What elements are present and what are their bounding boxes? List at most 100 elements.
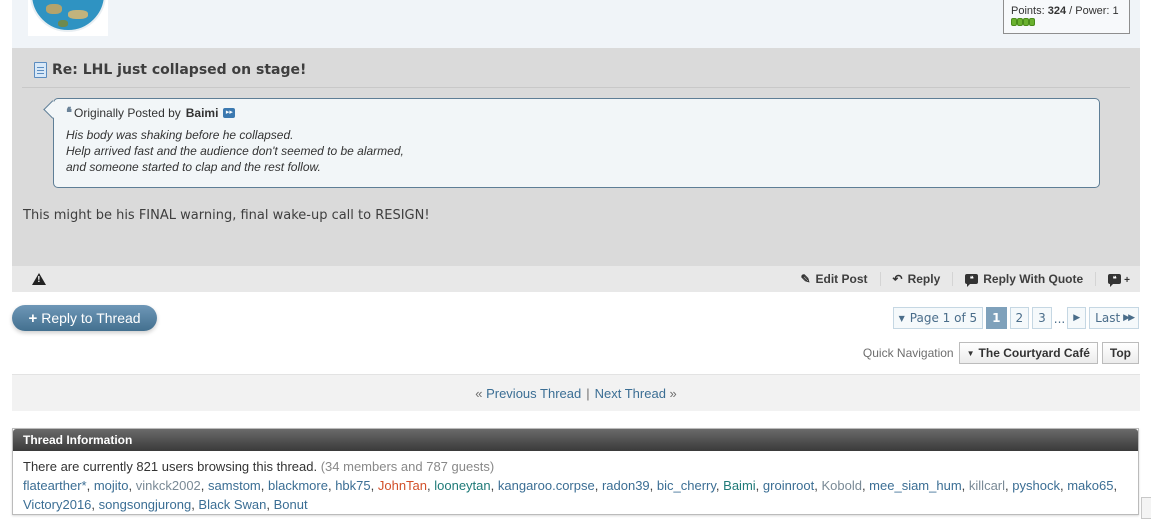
- caret-down-icon: ▼: [898, 313, 905, 323]
- quote-line: His body was shaking before he collapsed…: [66, 128, 294, 142]
- report-warning-icon[interactable]: [32, 273, 46, 285]
- reply-with-quote-button[interactable]: ❝ Reply With Quote: [953, 272, 1097, 287]
- next-arrow-icon: ▶: [1073, 313, 1081, 323]
- reply-to-thread-label: Reply to Thread: [41, 310, 141, 326]
- page-jump-dropdown[interactable]: ▼ Page 1 of 5: [892, 307, 984, 329]
- post-actions: ✎ Edit Post ↶ Reply ❝ Reply With Quote ❝…: [788, 266, 1130, 292]
- browsing-users-list: flatearther*, mojito, vinkck2002, samsto…: [23, 476, 1128, 514]
- page-2-link[interactable]: 2: [1009, 307, 1030, 329]
- user-link[interactable]: JohnTan: [378, 478, 427, 493]
- post-title-row: Re: LHL just collapsed on stage!: [34, 62, 306, 78]
- user-avatar[interactable]: [28, 0, 108, 36]
- user-link[interactable]: hbk75: [335, 478, 370, 493]
- pagination-ellipsis: ...: [1053, 312, 1066, 326]
- user-link[interactable]: blackmore: [268, 478, 328, 493]
- next-thread-link[interactable]: Next Thread: [595, 386, 666, 401]
- reputation-bar: [1011, 18, 1129, 26]
- reply-label: Reply: [907, 272, 941, 286]
- user-link[interactable]: vinkck2002: [136, 478, 201, 493]
- prev-arrow: «: [475, 385, 483, 401]
- last-page-button[interactable]: Last ▶▶: [1089, 307, 1139, 329]
- page-label: Page 1 of 5: [909, 311, 978, 325]
- user-link[interactable]: Kobold: [821, 478, 861, 493]
- user-link[interactable]: songsongjurong: [99, 497, 192, 512]
- last-page-label: Last: [1095, 311, 1121, 325]
- points-label: Points:: [1011, 5, 1045, 17]
- next-page-button[interactable]: ▶: [1067, 307, 1087, 329]
- post-footer: ✎ Edit Post ↶ Reply ❝ Reply With Quote ❝…: [12, 266, 1140, 292]
- document-icon: [34, 62, 47, 78]
- view-post-icon[interactable]: ▸▸: [223, 108, 236, 118]
- reply-arrow-icon: ↶: [892, 272, 903, 286]
- page-1-link[interactable]: 1: [986, 307, 1007, 329]
- reply-to-thread-button[interactable]: + Reply to Thread: [12, 305, 157, 331]
- post-title: Re: LHL just collapsed on stage!: [52, 62, 307, 78]
- user-link[interactable]: mojito: [94, 478, 129, 493]
- reply-button[interactable]: ↶ Reply: [881, 272, 954, 286]
- thread-information-panel: Thread Information There are currently 8…: [12, 428, 1139, 515]
- scroll-corner-button[interactable]: [1141, 497, 1151, 519]
- user-link[interactable]: mee_siam_hum: [869, 478, 962, 493]
- reply-with-quote-label: Reply With Quote: [983, 272, 1084, 286]
- nav-separator: |: [586, 385, 590, 401]
- reputation-pip: [1029, 18, 1035, 26]
- user-separator: ,: [91, 497, 99, 512]
- thread-info-title: Thread Information: [13, 429, 1138, 451]
- user-link[interactable]: killcarl: [969, 478, 1005, 493]
- edit-post-button[interactable]: ✎ Edit Post: [788, 272, 881, 286]
- quote-text: His body was shaking before he collapsed…: [66, 127, 1099, 175]
- power-label: / Power: 1: [1069, 5, 1119, 17]
- user-separator: ,: [128, 478, 136, 493]
- user-separator: ,: [200, 478, 209, 493]
- top-button[interactable]: Top: [1101, 342, 1139, 364]
- user-separator: ,: [755, 478, 763, 493]
- user-link[interactable]: Black Swan: [198, 497, 266, 512]
- quick-nav-label: Quick Navigation: [862, 346, 954, 360]
- quote-line: and someone started to clap and the rest…: [66, 160, 321, 174]
- user-link[interactable]: Baimi: [723, 478, 756, 493]
- user-separator: ,: [649, 478, 657, 493]
- user-separator: ,: [86, 478, 94, 493]
- page-3-link[interactable]: 3: [1032, 307, 1052, 329]
- user-stats-box: Points: 324 / Power: 1: [1003, 0, 1130, 34]
- user-link[interactable]: radon39: [602, 478, 650, 493]
- user-separator: ,: [260, 478, 268, 493]
- user-link[interactable]: samstom: [208, 478, 261, 493]
- user-separator: ,: [594, 478, 602, 493]
- points-value: 324: [1047, 5, 1067, 17]
- user-link[interactable]: bic_cherry: [657, 478, 716, 493]
- quote-line: Help arrived fast and the audience don't…: [66, 144, 404, 158]
- forum-name: The Courtyard Café: [978, 346, 1090, 360]
- globe-avatar-image: [30, 0, 106, 32]
- multiquote-button[interactable]: ❝ +: [1096, 272, 1130, 287]
- previous-thread-link[interactable]: Previous Thread: [486, 386, 581, 401]
- post-message: This might be his FINAL warning, final w…: [23, 208, 430, 223]
- quote-marks-icon: ❛❛: [66, 105, 72, 121]
- post-userinfo-strip: Points: 324 / Power: 1: [12, 0, 1140, 48]
- user-separator: ,: [370, 478, 378, 493]
- plus-icon: +: [1124, 275, 1130, 286]
- user-separator: ,: [961, 478, 969, 493]
- user-separator: ,: [490, 478, 498, 493]
- pagination: ▼ Page 1 of 5 1 2 3 ... ▶ Last ▶▶: [892, 307, 1139, 329]
- thread-navigation: « Previous Thread | Next Thread »: [12, 374, 1140, 411]
- user-link[interactable]: looneytan: [434, 478, 490, 493]
- forum-jump-dropdown[interactable]: ▼ The Courtyard Café: [958, 342, 1098, 364]
- user-link[interactable]: kangaroo.corpse: [498, 478, 595, 493]
- next-arrow: »: [669, 385, 677, 401]
- user-link[interactable]: pyshock: [1012, 478, 1060, 493]
- user-link[interactable]: groinroot: [763, 478, 814, 493]
- browsing-count: There are currently 821 users browsing t…: [23, 459, 318, 474]
- caret-down-icon: ▼: [966, 348, 975, 358]
- browsing-breakdown: (34 members and 787 guests): [320, 459, 495, 474]
- user-separator: ,: [266, 497, 274, 512]
- multiquote-bubble-icon: ❝: [1108, 274, 1122, 287]
- user-link[interactable]: Bonut: [274, 497, 308, 512]
- post-body: Re: LHL just collapsed on stage! ❛❛ Orig…: [12, 48, 1140, 266]
- quote-bubble-icon: ❝: [965, 274, 979, 287]
- edit-post-label: Edit Post: [815, 272, 868, 286]
- user-link[interactable]: mako65: [1067, 478, 1113, 493]
- quote-author: Baimi: [185, 106, 219, 120]
- user-link[interactable]: Victory2016: [23, 497, 91, 512]
- user-link[interactable]: flatearther*: [23, 478, 87, 493]
